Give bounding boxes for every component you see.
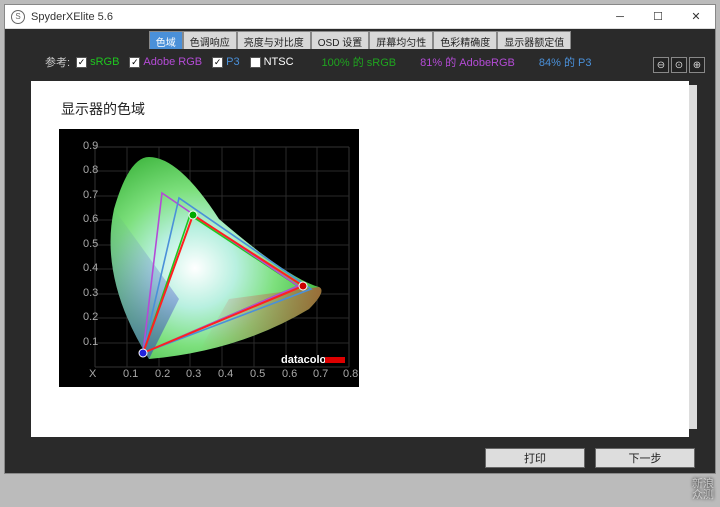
zoom-out-icon[interactable]: ⊖ <box>653 57 669 73</box>
svg-text:0.5: 0.5 <box>83 238 98 250</box>
svg-text:0.2: 0.2 <box>83 311 98 323</box>
zoom-in-icon[interactable]: ⊕ <box>689 57 705 73</box>
brand-badge: datacolor <box>279 354 347 366</box>
app-body: 色域 色调响应 亮度与对比度 OSD 设置 屏幕均匀性 色彩精确度 显示器额定值… <box>5 29 715 473</box>
maximize-button[interactable]: ☐ <box>639 5 677 28</box>
result-adobergb: 81% 的 AdobeRGB <box>420 54 515 70</box>
print-button[interactable]: 打印 <box>485 448 585 468</box>
svg-text:0.8: 0.8 <box>343 368 358 380</box>
window-title: SpyderXElite 5.6 <box>31 11 601 23</box>
window-controls: ─ ☐ ✕ <box>601 5 715 28</box>
titlebar: S SpyderXElite 5.6 ─ ☐ ✕ <box>5 5 715 29</box>
result-srgb: 100% 的 sRGB <box>322 54 397 70</box>
svg-text:0.6: 0.6 <box>83 213 98 225</box>
svg-text:0.1: 0.1 <box>83 336 98 348</box>
tab-strip: 色域 色调响应 亮度与对比度 OSD 设置 屏幕均匀性 色彩精确度 显示器额定值 <box>5 29 715 49</box>
svg-text:0.4: 0.4 <box>218 368 233 380</box>
opt-ntsc[interactable]: NTSC <box>250 56 294 68</box>
content-pane: 显示器的色域 <box>31 81 689 437</box>
close-button[interactable]: ✕ <box>677 5 715 28</box>
svg-text:0.3: 0.3 <box>83 287 98 299</box>
svg-text:0.7: 0.7 <box>83 189 98 201</box>
tab-tone[interactable]: 色调响应 <box>183 31 237 49</box>
svg-text:0.2: 0.2 <box>155 368 170 380</box>
app-icon: S <box>11 10 25 24</box>
reference-label: 参考: <box>45 54 70 70</box>
svg-text:0.6: 0.6 <box>282 368 297 380</box>
zoom-controls: ⊖ ⊙ ⊕ <box>653 57 705 73</box>
svg-text:0.4: 0.4 <box>83 262 98 274</box>
content-title: 显示器的色域 <box>31 81 689 129</box>
svg-text:0.3: 0.3 <box>186 368 201 380</box>
next-button[interactable]: 下一步 <box>595 448 695 468</box>
tab-accuracy[interactable]: 色彩精确度 <box>433 31 497 49</box>
footer: 打印 下一步 <box>5 443 715 473</box>
gamut-chart: 0.9 0.8 0.7 0.6 0.5 0.4 0.3 0.2 0.1 X 0.1 0.2 0.3 0… <box>59 129 359 387</box>
svg-text:X: X <box>89 368 97 380</box>
opt-p3[interactable]: ✓P3 <box>212 56 239 68</box>
svg-text:0.8: 0.8 <box>83 164 98 176</box>
svg-text:datacolor: datacolor <box>281 354 331 366</box>
tab-brightness[interactable]: 亮度与对比度 <box>237 31 311 49</box>
minimize-button[interactable]: ─ <box>601 5 639 28</box>
tab-rating[interactable]: 显示器额定值 <box>497 31 571 49</box>
result-p3: 84% 的 P3 <box>539 54 592 70</box>
app-window: S SpyderXElite 5.6 ─ ☐ ✕ 色域 色调响应 亮度与对比度 … <box>4 4 716 474</box>
content-scrollbar[interactable] <box>689 85 697 429</box>
opt-srgb[interactable]: ✓sRGB <box>76 56 119 68</box>
opt-adobergb[interactable]: ✓Adobe RGB <box>129 56 202 68</box>
svg-text:0.5: 0.5 <box>250 368 265 380</box>
reference-row: 参考: ✓sRGB ✓Adobe RGB ✓P3 NTSC 100% 的 sRG… <box>5 49 715 75</box>
zoom-reset-icon[interactable]: ⊙ <box>671 57 687 73</box>
watermark: 新浪众测 <box>692 479 714 501</box>
svg-text:0.7: 0.7 <box>313 368 328 380</box>
tab-osd[interactable]: OSD 设置 <box>311 31 369 49</box>
tab-gamut[interactable]: 色域 <box>149 31 183 49</box>
svg-text:0.9: 0.9 <box>83 140 98 152</box>
svg-text:0.1: 0.1 <box>123 368 138 380</box>
tab-uniformity[interactable]: 屏幕均匀性 <box>369 31 433 49</box>
